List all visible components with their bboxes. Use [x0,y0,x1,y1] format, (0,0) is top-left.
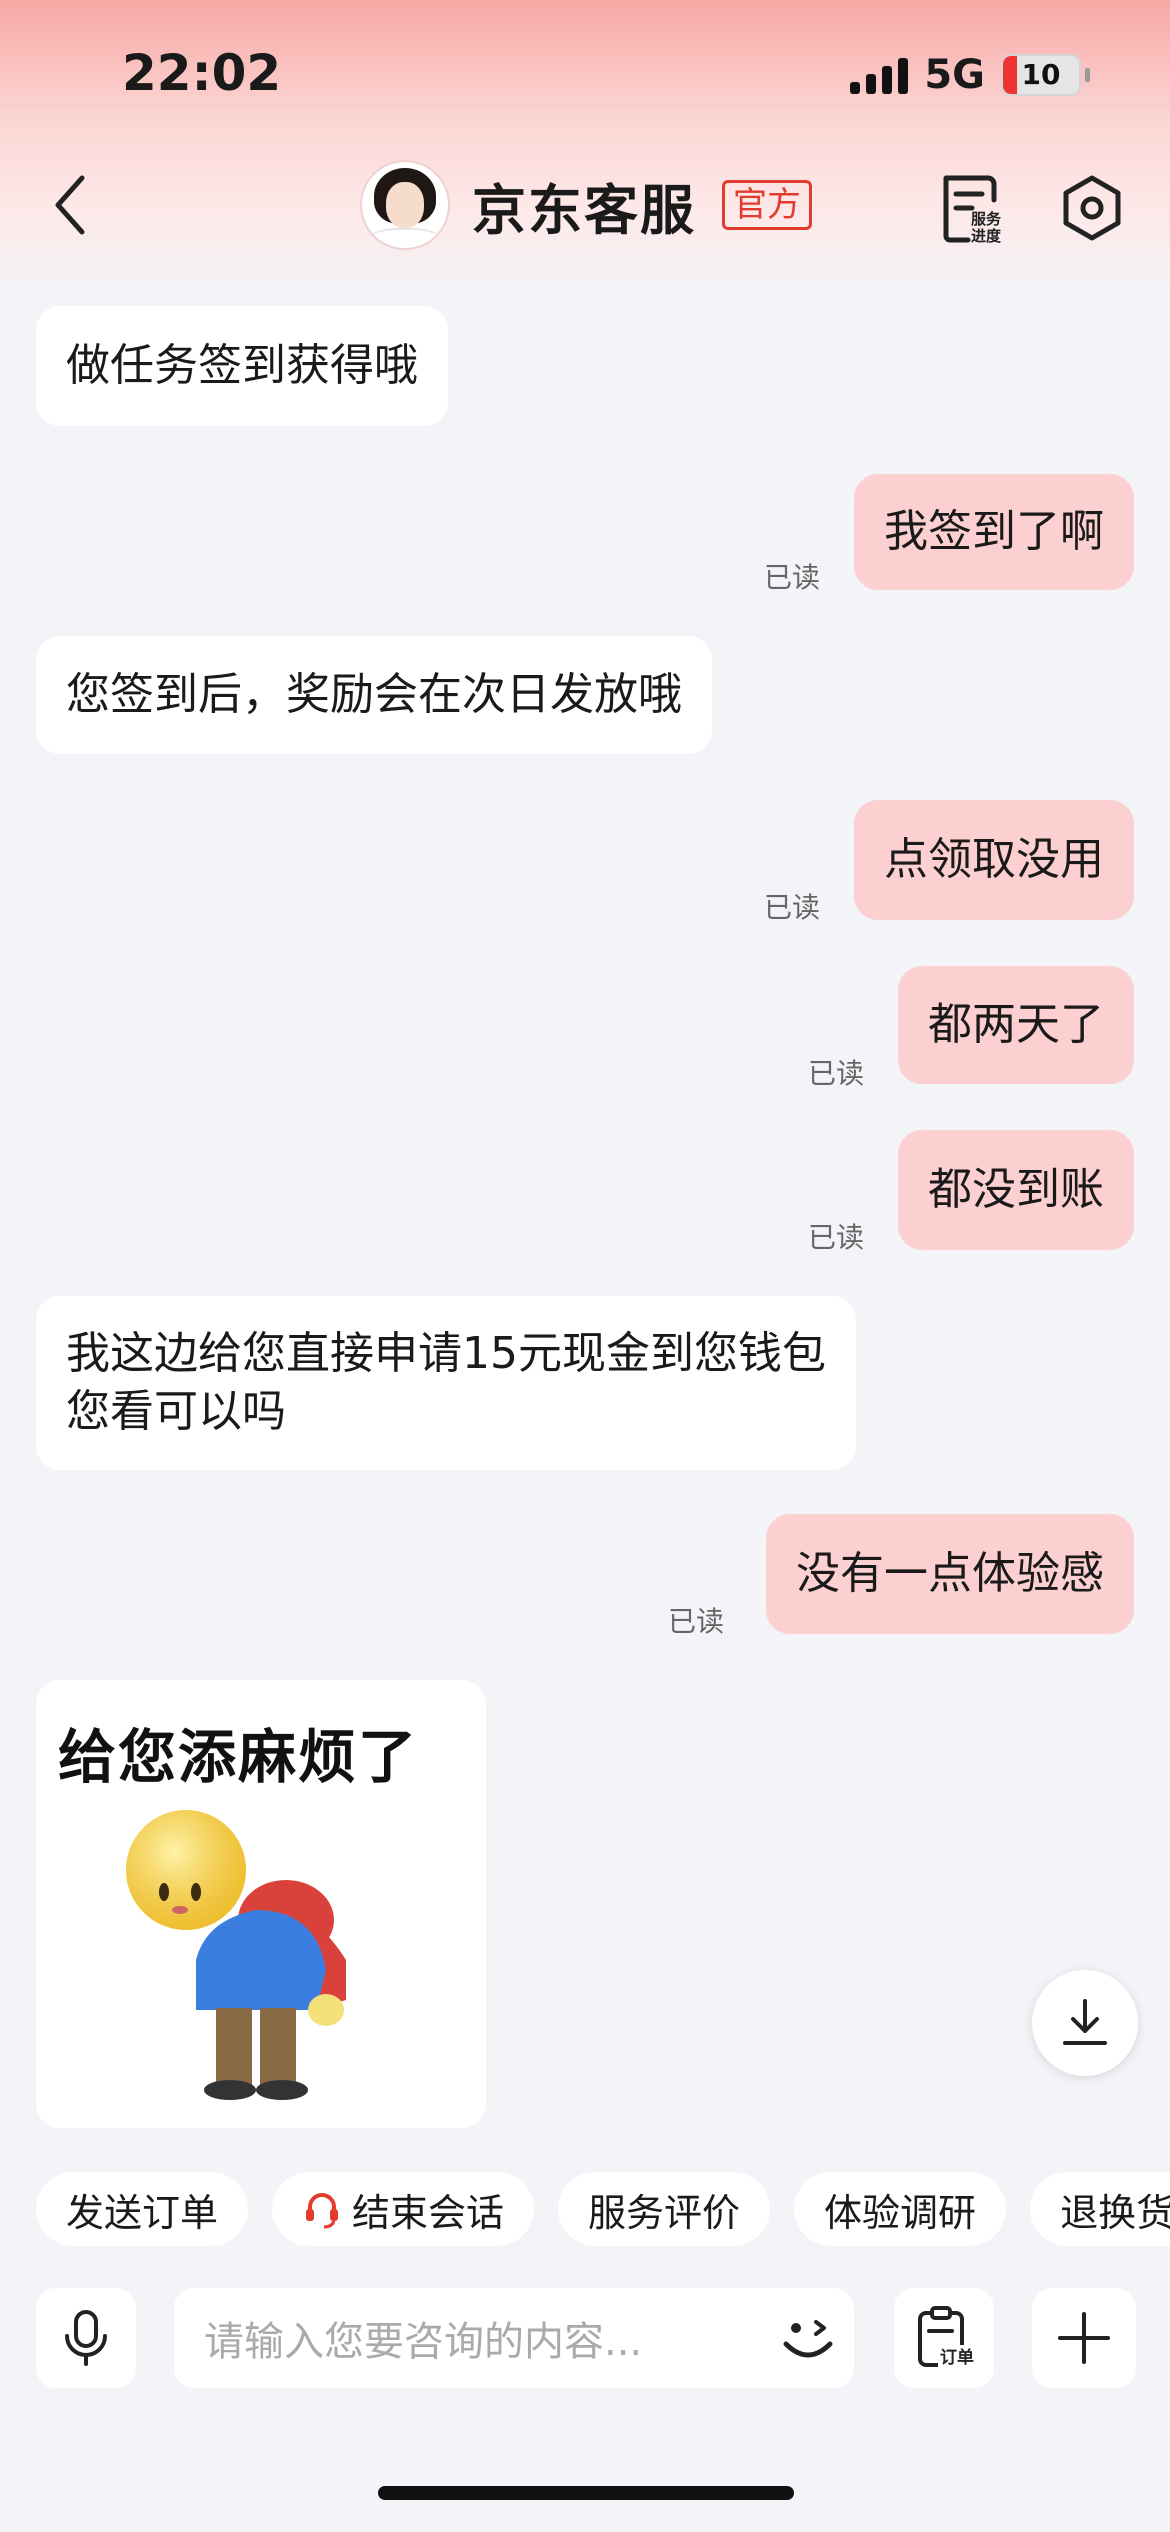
bowing-emoji-illustration [126,1810,346,2100]
chip-label: 退换货 [1060,2190,1170,2235]
order-button[interactable]: 订单 [894,2288,994,2388]
chevron-left-icon[interactable] [46,170,96,240]
quick-action-row: 发送订单 结束会话 服务评价 体验调研 退换货 [36,2172,1170,2246]
battery-cap [1085,68,1090,82]
plus-icon [1058,2312,1110,2364]
message-text: 都没到账 [928,1164,1104,1215]
signal-icon [850,56,909,94]
message-text: 我签到了啊 [884,506,1104,557]
message-incoming[interactable]: 做任务签到获得哦 [36,306,448,426]
order-label: 订单 [940,2347,974,2368]
read-status: 已读 [808,1057,865,1090]
microphone-icon [65,2310,107,2366]
progress-label-1: 服务 [971,210,1002,228]
chat-title-group: 京东客服 官方 [362,162,812,248]
return-exchange-chip[interactable]: 退换货 [1030,2172,1170,2246]
message-text: 点领取没用 [884,834,1104,885]
home-indicator[interactable] [378,2486,794,2500]
network-type: 5G [924,52,985,98]
clipboard-order-icon: 订单 [918,2306,974,2368]
battery-level: 10 [1021,58,1061,91]
read-status: 已读 [764,891,821,924]
end-session-chip[interactable]: 结束会话 [272,2172,535,2246]
message-input[interactable]: 请输入您要咨询的内容... [174,2288,854,2388]
message-outgoing[interactable]: 都没到账 [898,1130,1134,1250]
sticker-message[interactable]: 给您添麻烦了 [36,1680,486,2128]
progress-label-2: 进度 [971,227,1002,244]
wink-emoji-icon[interactable] [776,2306,840,2370]
avatar [362,162,448,248]
download-icon [1063,1999,1107,2045]
chip-label: 体验调研 [824,2190,977,2235]
status-time: 22:02 [122,44,282,102]
service-rating-chip[interactable]: 服务评价 [558,2172,771,2246]
hexagon-settings-icon[interactable] [1060,174,1124,242]
chip-label: 服务评价 [588,2190,741,2235]
message-text: 都两天了 [928,999,1104,1050]
read-status: 已读 [808,1221,865,1254]
message-outgoing[interactable]: 没有一点体验感 [766,1514,1134,1634]
message-incoming[interactable]: 我这边给您直接申请15元现金到您钱包 您看可以吗 [36,1296,856,1470]
input-bar: 请输入您要咨询的内容... 订单 [36,2288,1136,2388]
message-incoming[interactable]: 您签到后，奖励会在次日发放哦 [36,636,712,754]
message-outgoing[interactable]: 点领取没用 [854,800,1134,920]
voice-button[interactable] [36,2288,136,2388]
message-text: 做任务签到获得哦 [66,340,418,391]
headset-icon [306,2193,339,2229]
service-progress-icon[interactable]: 服务 进度 [938,172,1008,244]
official-badge: 官方 [722,180,812,230]
battery-icon: 10 [1001,54,1081,96]
more-button[interactable] [1032,2288,1136,2388]
status-right: 5G 10 [850,52,1090,98]
message-text-line-2: 您看可以吗 [66,1386,286,1437]
message-outgoing[interactable]: 我签到了啊 [854,474,1134,590]
scroll-bottom-button[interactable] [1032,1970,1138,2076]
input-placeholder: 请输入您要咨询的内容... [204,2319,643,2365]
page-title: 京东客服 [472,178,696,242]
message-outgoing[interactable]: 都两天了 [898,966,1134,1084]
message-text-line-1: 我这边给您直接申请15元现金到您钱包 [66,1328,826,1379]
read-status: 已读 [764,561,821,594]
message-text: 没有一点体验感 [796,1548,1104,1599]
read-status: 已读 [668,1605,725,1638]
chip-label: 结束会话 [352,2190,505,2235]
send-order-chip[interactable]: 发送订单 [36,2172,249,2246]
message-text: 您签到后，奖励会在次日发放哦 [66,669,682,720]
chip-label: 发送订单 [66,2190,219,2235]
survey-chip[interactable]: 体验调研 [794,2172,1007,2246]
